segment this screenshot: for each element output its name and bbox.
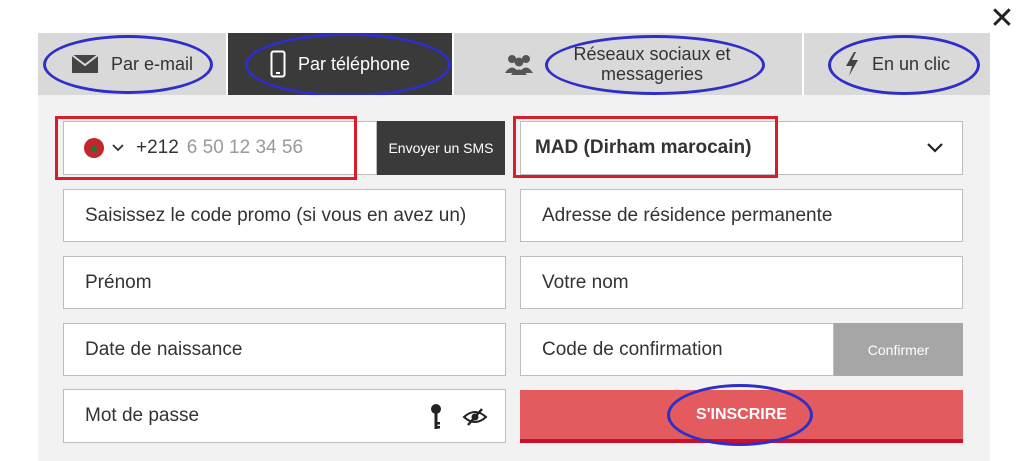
- send-sms-button[interactable]: Envoyer un SMS: [377, 121, 505, 175]
- address-input[interactable]: Adresse de résidence permanente: [520, 189, 963, 242]
- birthdate-input[interactable]: Date de naissance: [63, 323, 506, 376]
- currency-value: MAD (Dirham marocain): [535, 137, 752, 158]
- last-name-input[interactable]: Votre nom: [520, 256, 963, 309]
- eye-slash-icon[interactable]: [462, 408, 488, 426]
- users-icon: [504, 53, 534, 75]
- mobile-phone-icon: [270, 50, 286, 78]
- tab-email[interactable]: Par e-mail: [38, 33, 226, 95]
- envelope-icon: [71, 54, 99, 74]
- confirmation-code-input[interactable]: Code de confirmation: [520, 323, 834, 376]
- confirmation-code-placeholder: Code de confirmation: [542, 338, 723, 360]
- tab-one-click[interactable]: En un clic: [804, 33, 990, 95]
- address-placeholder: Adresse de résidence permanente: [542, 204, 833, 226]
- first-name-input[interactable]: Prénom: [63, 256, 506, 309]
- last-name-placeholder: Votre nom: [542, 271, 629, 293]
- password-input[interactable]: Mot de passe: [63, 389, 506, 443]
- tab-social[interactable]: Réseaux sociaux et messageries: [454, 33, 802, 95]
- tab-email-label: Par e-mail: [110, 54, 194, 74]
- confirm-button[interactable]: Confirmer: [834, 323, 963, 376]
- tab-phone[interactable]: Par téléphone: [228, 33, 452, 95]
- key-icon[interactable]: [430, 403, 442, 431]
- promo-code-input[interactable]: Saisissez le code promo (si vous en avez…: [63, 189, 506, 242]
- registration-method-tabs: Par e-mail Par téléphone Réseaux sociaux…: [38, 33, 990, 95]
- signup-button[interactable]: S'INSCRIRE: [520, 390, 963, 443]
- country-code: +212: [136, 137, 179, 158]
- close-icon[interactable]: ✕: [986, 4, 1018, 36]
- morocco-flag-icon: ★: [84, 138, 104, 158]
- country-dropdown-chevron-icon[interactable]: [112, 144, 124, 152]
- tab-phone-label: Par téléphone: [297, 54, 411, 74]
- tab-one-click-label: En un clic: [871, 54, 951, 74]
- currency-select[interactable]: MAD (Dirham marocain): [520, 121, 963, 175]
- chevron-down-icon: [926, 142, 944, 153]
- promo-code-placeholder: Saisissez le code promo (si vous en avez…: [85, 204, 467, 226]
- phone-input[interactable]: ★ +212 6 50 12 34 56: [63, 121, 377, 175]
- lightning-icon: [844, 51, 860, 77]
- first-name-placeholder: Prénom: [85, 271, 152, 293]
- password-placeholder: Mot de passe: [85, 405, 200, 426]
- phone-placeholder: 6 50 12 34 56: [186, 137, 304, 158]
- tab-social-label: Réseaux sociaux et messageries: [573, 44, 731, 84]
- birthdate-placeholder: Date de naissance: [85, 338, 243, 360]
